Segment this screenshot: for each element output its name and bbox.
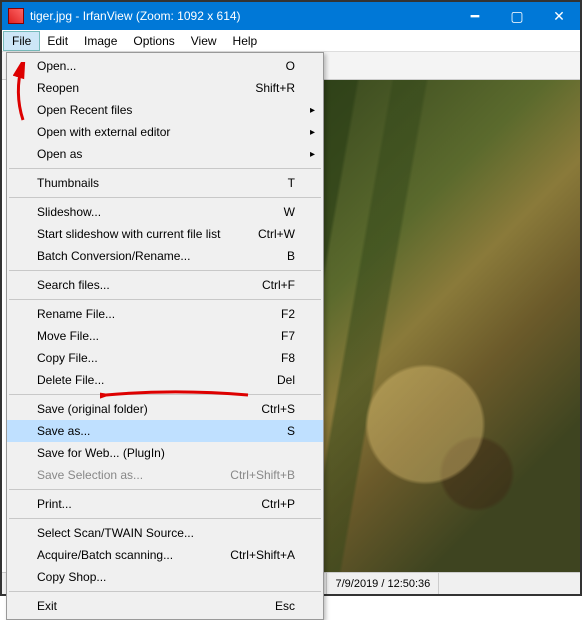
- minimize-button[interactable]: ━: [454, 2, 496, 30]
- menu-item-label: Start slideshow with current file list: [37, 227, 220, 241]
- menu-item-shortcut: Ctrl+W: [258, 227, 315, 241]
- menu-file[interactable]: File: [4, 32, 39, 50]
- menu-item-label: Batch Conversion/Rename...: [37, 249, 190, 263]
- menu-item-search-files[interactable]: Search files... Ctrl+F: [7, 274, 323, 296]
- window-controls: ━ ▢ ✕: [454, 2, 580, 30]
- menu-item-thumbnails[interactable]: Thumbnails T: [7, 172, 323, 194]
- menu-item-shortcut: Ctrl+F: [262, 278, 315, 292]
- menu-item-label: Open with external editor: [37, 125, 170, 139]
- menu-item-label: Open as: [37, 147, 82, 161]
- menu-item-select-scan-twain-source[interactable]: Select Scan/TWAIN Source...: [7, 522, 323, 544]
- menu-item-label: Search files...: [37, 278, 110, 292]
- menu-item-shortcut: S: [287, 424, 315, 438]
- menu-item-shortcut: F2: [281, 307, 315, 321]
- menu-item-open-with-external-editor[interactable]: Open with external editor: [7, 121, 323, 143]
- menu-item-shortcut: Del: [277, 373, 315, 387]
- annotation-arrow-saveas: [100, 385, 250, 408]
- menu-item-copy-file[interactable]: Copy File... F8: [7, 347, 323, 369]
- menu-item-label: Select Scan/TWAIN Source...: [37, 526, 194, 540]
- menu-separator: [9, 489, 321, 490]
- annotation-arrow-file: [9, 62, 35, 125]
- menu-separator: [9, 591, 321, 592]
- menu-item-batch-conversion-rename[interactable]: Batch Conversion/Rename... B: [7, 245, 323, 267]
- window-title: tiger.jpg - IrfanView (Zoom: 1092 x 614): [30, 9, 454, 23]
- menu-item-move-file[interactable]: Move File... F7: [7, 325, 323, 347]
- menu-item-label: Open...: [37, 59, 76, 73]
- menu-item-shortcut: F8: [281, 351, 315, 365]
- menu-item-save-as[interactable]: Save as... S: [7, 420, 323, 442]
- menu-item-copy-shop[interactable]: Copy Shop...: [7, 566, 323, 588]
- menu-separator: [9, 197, 321, 198]
- menu-item-save-for-web-plugin[interactable]: Save for Web... (PlugIn): [7, 442, 323, 464]
- menu-item-label: Save as...: [37, 424, 90, 438]
- menu-item-start-slideshow-with-current-file-list[interactable]: Start slideshow with current file list Ct…: [7, 223, 323, 245]
- menu-item-reopen[interactable]: Reopen Shift+R: [7, 77, 323, 99]
- menu-item-shortcut: Ctrl+Shift+A: [230, 548, 315, 562]
- menu-item-shortcut: W: [284, 205, 315, 219]
- menu-separator: [9, 168, 321, 169]
- menu-item-label: Delete File...: [37, 373, 104, 387]
- menu-item-label: Save Selection as...: [37, 468, 143, 482]
- menu-item-label: Print...: [37, 497, 72, 511]
- menu-item-label: Save for Web... (PlugIn): [37, 446, 165, 460]
- file-menu-dropdown: Open... O Reopen Shift+R Open Recent files Op…: [6, 52, 324, 620]
- menu-item-open-recent-files[interactable]: Open Recent files: [7, 99, 323, 121]
- menu-item-label: Copy Shop...: [37, 570, 106, 584]
- menubar: FileEditImageOptionsViewHelp: [2, 30, 580, 52]
- menu-separator: [9, 270, 321, 271]
- menu-item-open[interactable]: Open... O: [7, 55, 323, 77]
- menu-item-save-selection-as: Save Selection as... Ctrl+Shift+B: [7, 464, 323, 486]
- menu-item-shortcut: Ctrl+Shift+B: [230, 468, 315, 482]
- menu-item-shortcut: F7: [281, 329, 315, 343]
- menu-item-shortcut: Ctrl+S: [261, 402, 315, 416]
- menu-item-acquire-batch-scanning[interactable]: Acquire/Batch scanning... Ctrl+Shift+A: [7, 544, 323, 566]
- menu-item-label: Exit: [37, 599, 57, 613]
- menu-item-exit[interactable]: Exit Esc: [7, 595, 323, 617]
- menu-view[interactable]: View: [183, 32, 225, 50]
- menu-item-shortcut: O: [286, 59, 315, 73]
- menu-item-label: Copy File...: [37, 351, 98, 365]
- menu-item-label: Acquire/Batch scanning...: [37, 548, 173, 562]
- menu-options[interactable]: Options: [125, 32, 182, 50]
- titlebar: tiger.jpg - IrfanView (Zoom: 1092 x 614)…: [2, 2, 580, 30]
- app-icon: [8, 8, 24, 24]
- menu-edit[interactable]: Edit: [39, 32, 76, 50]
- menu-item-shortcut: Esc: [275, 599, 315, 613]
- menu-item-label: Rename File...: [37, 307, 115, 321]
- menu-help[interactable]: Help: [225, 32, 266, 50]
- menu-separator: [9, 518, 321, 519]
- menu-item-print[interactable]: Print... Ctrl+P: [7, 493, 323, 515]
- status-date: 7/9/2019 / 12:50:36: [327, 573, 439, 594]
- menu-item-shortcut: Shift+R: [255, 81, 315, 95]
- maximize-button[interactable]: ▢: [496, 2, 538, 30]
- menu-item-slideshow[interactable]: Slideshow... W: [7, 201, 323, 223]
- menu-item-label: Move File...: [37, 329, 99, 343]
- menu-item-shortcut: T: [288, 176, 315, 190]
- menu-item-label: Open Recent files: [37, 103, 132, 117]
- menu-item-label: Slideshow...: [37, 205, 101, 219]
- image-viewport[interactable]: [322, 80, 580, 572]
- menu-item-shortcut: B: [287, 249, 315, 263]
- close-button[interactable]: ✕: [538, 2, 580, 30]
- menu-item-open-as[interactable]: Open as: [7, 143, 323, 165]
- menu-item-shortcut: Ctrl+P: [261, 497, 315, 511]
- menu-item-rename-file[interactable]: Rename File... F2: [7, 303, 323, 325]
- menu-item-label: Thumbnails: [37, 176, 99, 190]
- menu-separator: [9, 299, 321, 300]
- menu-item-label: Reopen: [37, 81, 79, 95]
- menu-image[interactable]: Image: [76, 32, 125, 50]
